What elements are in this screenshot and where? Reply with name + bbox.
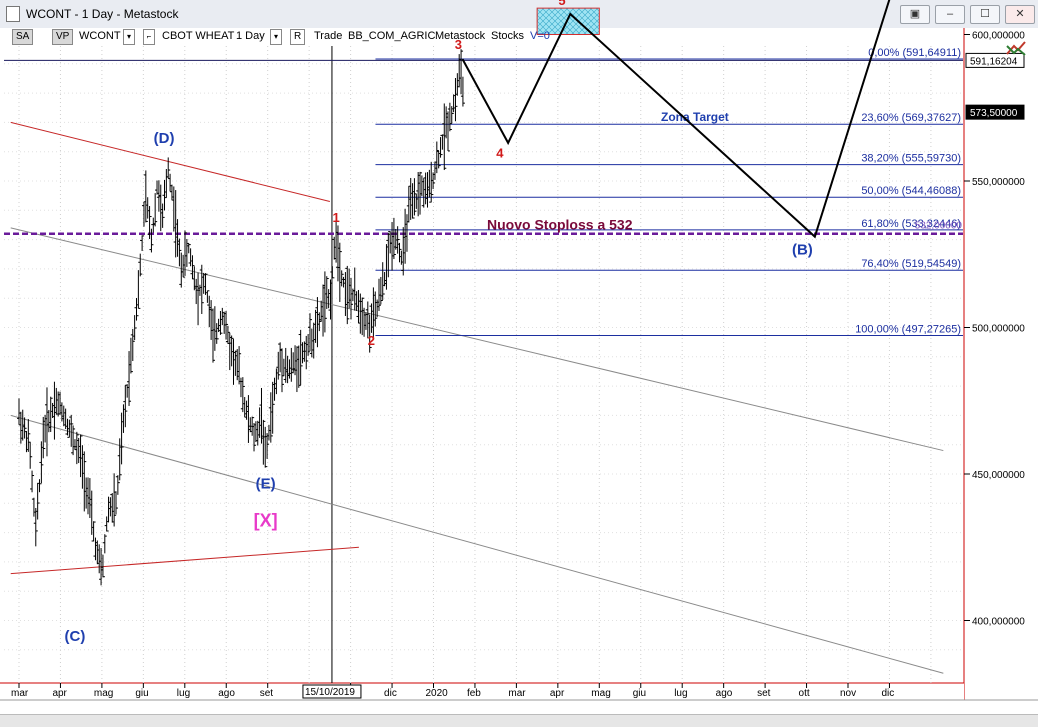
horizontal-scrollbar[interactable]	[0, 714, 1038, 727]
stoploss-axis-label: 532,00000	[915, 221, 963, 232]
time-tick-label: ago	[716, 688, 733, 699]
time-tick-label: nov	[840, 688, 856, 699]
list-label: BB_COM_AGRIC	[348, 30, 436, 42]
r-dropdown[interactable]: R	[290, 29, 306, 45]
wave-label: (D)	[154, 130, 175, 147]
price-chart[interactable]: 400,000000 450,000000 500,000000 550,000000…	[0, 0, 1038, 726]
wave-label: [X]	[254, 511, 278, 531]
volume-label: V=0	[530, 30, 550, 42]
wave-label: 4	[496, 146, 504, 161]
type-label: Stocks	[491, 30, 525, 42]
time-tick-label: giu	[633, 688, 646, 699]
fib-level-label: 0,00% (591,64911)	[868, 47, 961, 59]
time-tick-label: ott	[799, 688, 810, 699]
instrument-name: CBOT WHEAT	[162, 30, 235, 42]
time-tick-label: ago	[218, 688, 235, 699]
symbol-dropdown-icon[interactable]: ▾	[123, 29, 135, 45]
source-label: Metastock	[435, 30, 486, 42]
sa-button[interactable]: SA	[12, 29, 34, 45]
wave-label: (C)	[65, 628, 86, 645]
wave-label: 2	[368, 333, 375, 348]
time-tick-label: dic	[384, 688, 397, 699]
time-tick-label: apr	[550, 688, 565, 699]
chart-toolbar: SA VP WCONT ▾ ⌐ CBOT WHEAT 1 Day ▾ R Tra…	[0, 28, 965, 46]
time-tick-label: 2020	[426, 688, 449, 699]
time-tick-label: mag	[591, 688, 610, 699]
time-tick-label: set	[260, 688, 274, 699]
symbol-label: WCONT	[79, 30, 121, 42]
wave-label: 1	[332, 210, 339, 225]
period-label: 1 Day	[236, 30, 265, 42]
cursor-date-label: 15/10/2019	[305, 687, 355, 698]
time-tick-label: feb	[467, 688, 481, 699]
time-tick-label: mag	[94, 688, 113, 699]
price-tick-label: 550,000000	[972, 177, 1025, 188]
price-tick-label: 400,000000	[972, 617, 1025, 628]
fib-level-label: 76,40% (519,54549)	[861, 258, 961, 270]
trade-label[interactable]: Trade	[314, 29, 342, 43]
fib-level-label: 38,20% (555,59730)	[861, 153, 961, 165]
stoploss-label: Nuovo Stoploss a 532	[487, 217, 633, 233]
target-zone-label: Zona Target	[661, 110, 729, 124]
time-tick-label: dic	[881, 688, 894, 699]
time-tick-label: mar	[11, 688, 29, 699]
time-tick-label: apr	[52, 688, 67, 699]
price-tick-label: 450,000000	[972, 470, 1025, 481]
price-tick-label: 500,000000	[972, 324, 1025, 335]
period-dropdown-icon[interactable]: ▾	[270, 29, 282, 45]
wave-label: 5	[558, 0, 565, 8]
vp-button[interactable]: VP	[52, 29, 74, 45]
wave-label: (B)	[792, 241, 813, 258]
fib-level-label: 100,00% (497,27265)	[855, 323, 961, 335]
fib-level-label: 23,60% (569,37627)	[861, 112, 961, 124]
time-tick-label: lug	[674, 688, 687, 699]
time-tick-label: set	[757, 688, 771, 699]
indicator-icon[interactable]: ⌐	[143, 29, 155, 45]
price-axis-area	[964, 28, 1038, 714]
time-tick-label: giu	[135, 688, 148, 699]
fib-level-label: 50,00% (544,46088)	[861, 185, 961, 197]
time-tick-label: lug	[177, 688, 190, 699]
price-axis-box-label: 573,50000	[970, 108, 1018, 119]
chart-tools-icon[interactable]	[1004, 36, 1028, 60]
time-tick-label: mar	[508, 688, 526, 699]
wave-label: (E)	[256, 476, 276, 493]
